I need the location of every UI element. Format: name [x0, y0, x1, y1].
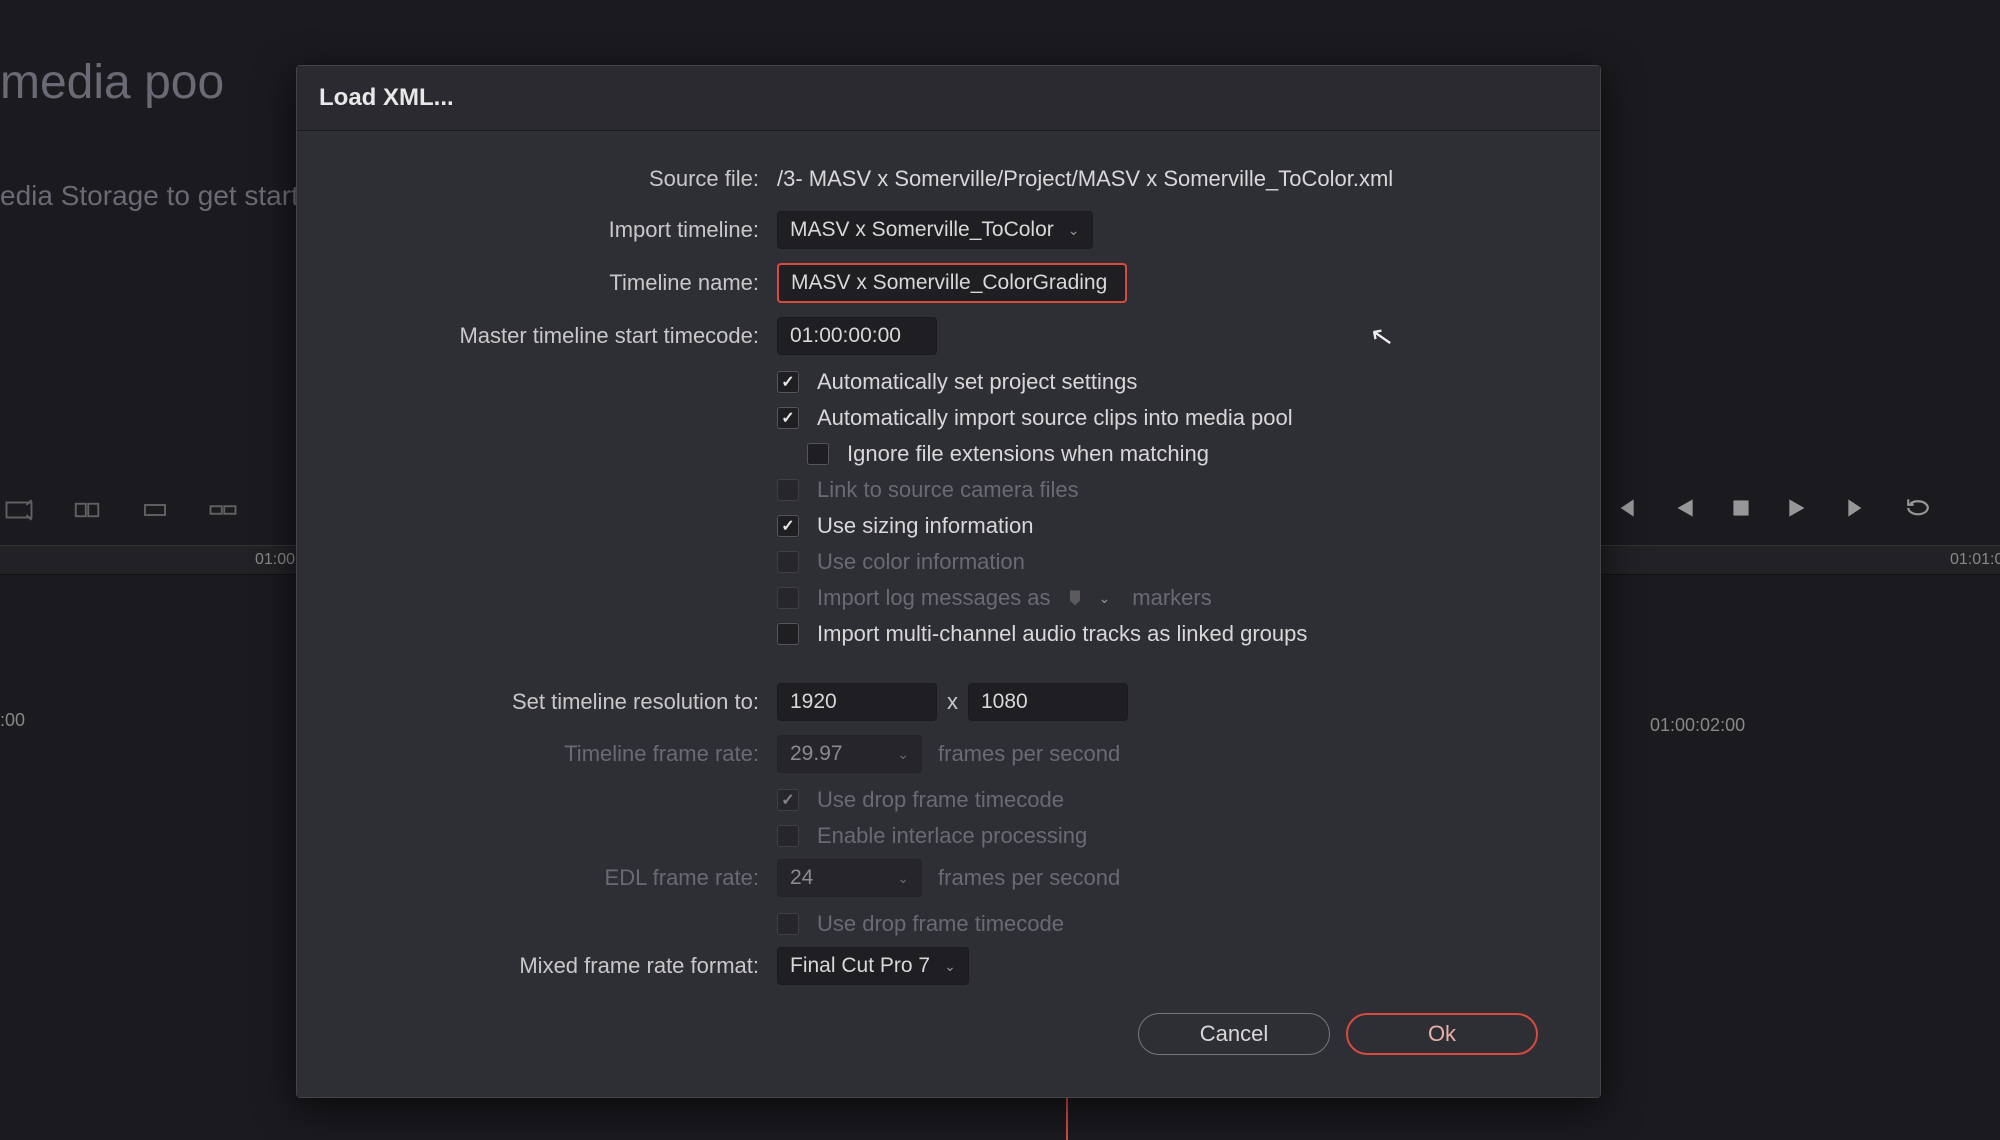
ok-button[interactable]: Ok — [1346, 1013, 1538, 1055]
timeline-name-label: Timeline name: — [337, 270, 777, 296]
background-title: media poo — [0, 55, 224, 110]
cancel-button[interactable]: Cancel — [1138, 1013, 1330, 1055]
link-camera-label: Link to source camera files — [817, 477, 1079, 503]
auto-project-settings-checkbox[interactable] — [777, 371, 799, 393]
drop-frame-2-checkbox — [777, 913, 799, 935]
timeline-fps-dropdown: 29.97 ⌄ — [777, 735, 922, 773]
mixed-format-dropdown[interactable]: Final Cut Pro 7 ⌄ — [777, 947, 969, 985]
dialog-title: Load XML... — [297, 66, 1600, 131]
interlace-label: Enable interlace processing — [817, 823, 1087, 849]
resolution-label: Set timeline resolution to: — [337, 689, 777, 715]
drop-frame-1-label: Use drop frame timecode — [817, 787, 1064, 813]
view-mode-icon-1[interactable] — [0, 495, 38, 525]
ignore-ext-label: Ignore file extensions when matching — [847, 441, 1209, 467]
resolution-x: x — [947, 689, 958, 715]
edl-fps-dropdown: 24 ⌄ — [777, 859, 922, 897]
start-timecode-label: Master timeline start timecode: — [337, 323, 777, 349]
multi-audio-checkbox[interactable] — [777, 623, 799, 645]
stop-icon[interactable] — [1728, 495, 1754, 521]
auto-import-clips-label: Automatically import source clips into m… — [817, 405, 1293, 431]
play-icon[interactable] — [1784, 495, 1812, 521]
import-log-checkbox — [777, 587, 799, 609]
use-sizing-checkbox[interactable] — [777, 515, 799, 537]
view-mode-icon-4[interactable] — [204, 495, 242, 525]
timeline-fps-label: Timeline frame rate: — [337, 741, 777, 767]
edl-fps-label: EDL frame rate: — [337, 865, 777, 891]
resolution-width-input[interactable] — [777, 683, 937, 721]
import-timeline-label: Import timeline: — [337, 217, 777, 243]
ignore-ext-checkbox[interactable] — [807, 443, 829, 465]
drop-frame-1-checkbox — [777, 789, 799, 811]
timeline-tc-right: 01:00:02:00 — [1650, 715, 1745, 736]
markers-text: markers — [1132, 585, 1211, 611]
use-color-checkbox — [777, 551, 799, 573]
import-log-label: Import log messages as ⌄ markers — [817, 585, 1212, 611]
view-mode-icon-3[interactable] — [136, 495, 174, 525]
view-mode-icon-2[interactable] — [68, 495, 106, 525]
playback-controls — [1610, 495, 1934, 521]
background-hint: edia Storage to get starte — [0, 180, 314, 212]
use-sizing-label: Use sizing information — [817, 513, 1033, 539]
resolution-height-input[interactable] — [968, 683, 1128, 721]
auto-project-settings-label: Automatically set project settings — [817, 369, 1137, 395]
chevron-down-icon: ⌄ — [944, 958, 956, 975]
start-timecode-input[interactable] — [777, 317, 937, 355]
fps-suffix-2: frames per second — [938, 865, 1120, 891]
timeline-tc-left: :00 — [0, 710, 25, 731]
auto-import-clips-checkbox[interactable] — [777, 407, 799, 429]
prev-clip-icon[interactable] — [1610, 495, 1640, 521]
timeline-name-input[interactable] — [777, 263, 1127, 303]
timeline-fps-value: 29.97 — [790, 742, 843, 766]
import-timeline-dropdown[interactable]: MASV x Somerville_ToColor ⌄ — [777, 211, 1093, 249]
import-log-text: Import log messages as — [817, 585, 1051, 611]
load-xml-dialog: Load XML... Source file: /3- MASV x Some… — [296, 65, 1601, 1098]
timeline-view-toolbar — [0, 495, 242, 525]
import-timeline-value: MASV x Somerville_ToColor — [790, 218, 1054, 242]
source-file-value: /3- MASV x Somerville/Project/MASV x Som… — [777, 166, 1393, 192]
mixed-format-value: Final Cut Pro 7 — [790, 954, 930, 978]
use-color-label: Use color information — [817, 549, 1025, 575]
loop-icon[interactable] — [1902, 495, 1934, 521]
ruler-tick: 01:01:0 — [1950, 551, 2000, 569]
multi-audio-label: Import multi-channel audio tracks as lin… — [817, 621, 1307, 647]
source-file-label: Source file: — [337, 166, 777, 192]
play-reverse-icon[interactable] — [1670, 495, 1698, 521]
chevron-down-icon: ⌄ — [1099, 590, 1111, 607]
mixed-format-label: Mixed frame rate format: — [337, 953, 777, 979]
edl-fps-value: 24 — [790, 866, 813, 890]
drop-frame-2-label: Use drop frame timecode — [817, 911, 1064, 937]
chevron-down-icon: ⌄ — [1068, 222, 1080, 239]
link-camera-checkbox — [777, 479, 799, 501]
next-clip-icon[interactable] — [1842, 495, 1872, 521]
interlace-checkbox — [777, 825, 799, 847]
marker-icon — [1065, 588, 1085, 608]
chevron-down-icon: ⌄ — [897, 746, 909, 763]
chevron-down-icon: ⌄ — [897, 870, 909, 887]
fps-suffix: frames per second — [938, 741, 1120, 767]
ruler-tick: 01:00 — [255, 551, 295, 569]
